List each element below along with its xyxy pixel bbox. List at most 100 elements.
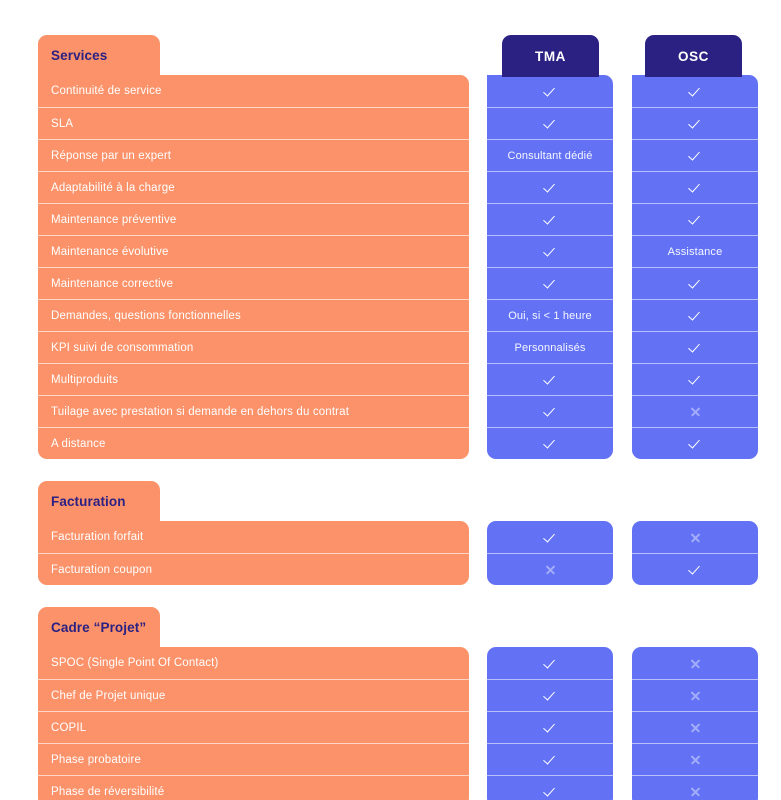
check-icon bbox=[544, 277, 557, 290]
check-icon bbox=[689, 373, 702, 386]
value-cell-tma bbox=[487, 363, 613, 395]
check-icon bbox=[689, 437, 702, 450]
check-icon bbox=[689, 85, 702, 98]
check-icon bbox=[544, 531, 557, 544]
row-label: Facturation coupon bbox=[51, 563, 153, 576]
value-cell-osc bbox=[632, 139, 758, 171]
row-label: KPI suivi de consommation bbox=[51, 341, 194, 354]
label-column: Facturation forfait Facturation coupon bbox=[38, 521, 469, 585]
value-cell-osc bbox=[632, 75, 758, 107]
check-icon bbox=[544, 213, 557, 226]
check-icon bbox=[544, 437, 557, 450]
row-label: A distance bbox=[51, 437, 106, 450]
row-label: SLA bbox=[51, 117, 74, 130]
row-label: Réponse par un expert bbox=[51, 149, 172, 162]
row-label: Maintenance corrective bbox=[51, 277, 174, 290]
section-tab[interactable]: Cadre “Projet” bbox=[38, 607, 160, 647]
row-label: Continuité de service bbox=[51, 85, 162, 97]
row-label: Adaptabilité à la charge bbox=[51, 181, 175, 194]
check-icon bbox=[544, 785, 557, 798]
check-icon bbox=[544, 657, 557, 670]
value-cell-tma bbox=[487, 743, 613, 775]
check-icon bbox=[544, 721, 557, 734]
value-cell-osc bbox=[632, 743, 758, 775]
section-title: Cadre “Projet” bbox=[51, 619, 147, 635]
column-header-osc[interactable]: OSC bbox=[645, 35, 742, 77]
value-column-tma: Consultant dédié Oui, si < 1 heure Personn… bbox=[487, 75, 613, 459]
value-cell-osc bbox=[632, 711, 758, 743]
value-cell-tma: Consultant dédié bbox=[487, 139, 613, 171]
value-column-osc bbox=[632, 647, 758, 800]
table-row: SLA bbox=[38, 107, 469, 139]
value-cell-tma bbox=[487, 75, 613, 107]
table-row: Facturation coupon bbox=[38, 553, 469, 585]
value-cell-tma: Oui, si < 1 heure bbox=[487, 299, 613, 331]
label-column: SPOC (Single Point Of Contact) Chef de Pr… bbox=[38, 647, 469, 800]
column-header-tma[interactable]: TMA bbox=[502, 35, 599, 77]
table-row: Demandes, questions fonctionnelles bbox=[38, 299, 469, 331]
value-cell-osc bbox=[632, 647, 758, 679]
table-row: KPI suivi de consommation bbox=[38, 331, 469, 363]
row-label: Maintenance évolutive bbox=[51, 245, 169, 258]
check-icon bbox=[689, 563, 702, 576]
check-icon bbox=[689, 149, 702, 162]
value-cell-osc bbox=[632, 203, 758, 235]
table-row: Maintenance évolutive bbox=[38, 235, 469, 267]
section-title: Facturation bbox=[51, 493, 126, 509]
check-icon bbox=[544, 245, 557, 258]
table-row: Maintenance préventive bbox=[38, 203, 469, 235]
value-cell-tma bbox=[487, 711, 613, 743]
check-icon bbox=[689, 117, 702, 130]
value-cell-osc bbox=[632, 395, 758, 427]
section-tab[interactable]: Facturation bbox=[38, 481, 160, 521]
section-title: Services bbox=[51, 47, 108, 63]
value-cell-osc bbox=[632, 363, 758, 395]
row-label: Chef de Projet unique bbox=[51, 689, 166, 702]
value-cell-tma bbox=[487, 775, 613, 800]
table-row: A distance bbox=[38, 427, 469, 459]
cross-icon bbox=[544, 563, 557, 576]
value-cell-tma bbox=[487, 679, 613, 711]
value-column-osc: Assistance bbox=[632, 75, 758, 459]
check-icon bbox=[544, 181, 557, 194]
value-cell-osc bbox=[632, 553, 758, 585]
check-icon bbox=[544, 689, 557, 702]
cross-icon bbox=[689, 689, 702, 702]
cross-icon bbox=[689, 721, 702, 734]
column-header-label: TMA bbox=[534, 48, 567, 64]
value-cell-tma bbox=[487, 427, 613, 459]
value-cell-tma bbox=[487, 235, 613, 267]
value-cell-osc bbox=[632, 299, 758, 331]
row-label: Multiproduits bbox=[51, 373, 119, 386]
cross-icon bbox=[689, 405, 702, 418]
table-row: Multiproduits bbox=[38, 363, 469, 395]
cross-icon bbox=[689, 785, 702, 798]
check-icon bbox=[544, 117, 557, 130]
table-row: Tuilage avec prestation si demande en de… bbox=[38, 395, 469, 427]
value-cell-tma bbox=[487, 553, 613, 585]
value-cell-osc bbox=[632, 521, 758, 553]
label-column: Continuité de service SLA Réponse par un e… bbox=[38, 75, 469, 459]
cross-icon bbox=[689, 657, 702, 670]
row-label: Phase probatoire bbox=[51, 753, 141, 766]
row-label: SPOC (Single Point Of Contact) bbox=[51, 657, 219, 669]
section-tab[interactable]: Services bbox=[38, 35, 160, 75]
value-cell-tma bbox=[487, 521, 613, 553]
table-row: Maintenance corrective bbox=[38, 267, 469, 299]
value-cell-tma bbox=[487, 267, 613, 299]
table-row: Phase de réversibilité bbox=[38, 775, 469, 800]
row-label: COPIL bbox=[51, 721, 87, 734]
table-row: Chef de Projet unique bbox=[38, 679, 469, 711]
check-icon bbox=[689, 277, 702, 290]
table-row: Adaptabilité à la charge bbox=[38, 171, 469, 203]
value-text: Consultant dédié bbox=[507, 149, 593, 162]
value-cell-osc bbox=[632, 107, 758, 139]
value-column-osc bbox=[632, 521, 758, 585]
row-label: Maintenance préventive bbox=[51, 213, 177, 226]
value-cell-tma bbox=[487, 107, 613, 139]
check-icon bbox=[689, 341, 702, 354]
comparison-table-page: Services TMA OSC Continuité de service SLA Ré… bbox=[0, 0, 781, 800]
row-label: Phase de réversibilité bbox=[51, 785, 165, 798]
table-row: Facturation forfait bbox=[38, 521, 469, 553]
value-column-tma bbox=[487, 647, 613, 800]
